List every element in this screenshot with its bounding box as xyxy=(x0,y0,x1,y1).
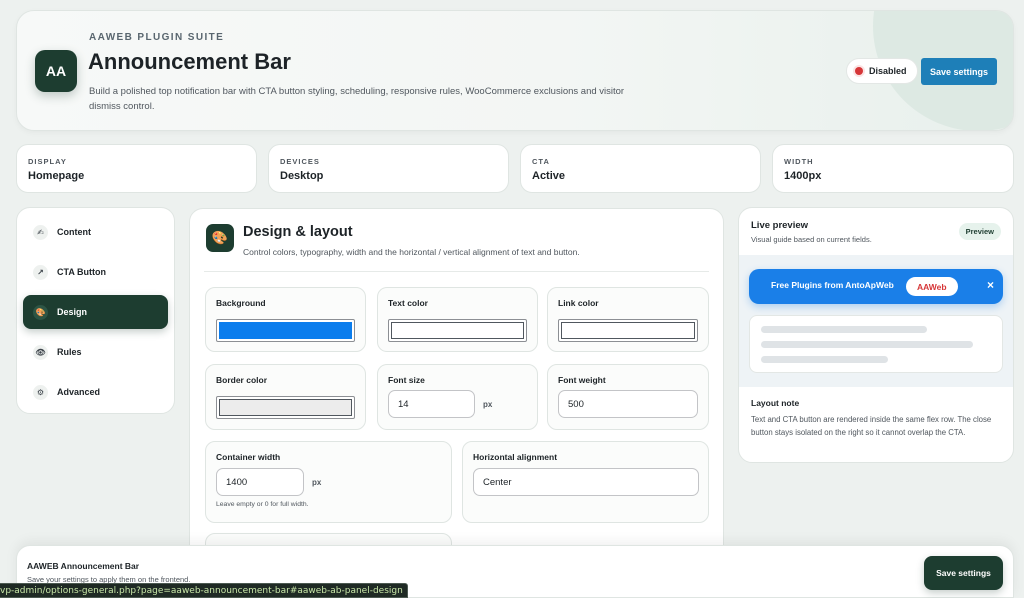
font-weight-input[interactable]: 500 xyxy=(558,390,698,418)
sidebar-item-cta-button[interactable]: ↗ CTA Button xyxy=(23,255,168,289)
eye-icon: 👁 xyxy=(33,344,48,360)
sidebar-item-label: Rules xyxy=(57,347,82,357)
stat-card-devices: DEVICES Desktop xyxy=(268,144,509,193)
footer-title: AAWEB Announcement Bar xyxy=(27,561,140,571)
pen-icon: ✍ xyxy=(33,224,48,240)
status-label: Disabled xyxy=(869,66,907,76)
skeleton-line xyxy=(761,341,973,348)
sidebar-item-label: CTA Button xyxy=(57,267,106,277)
stat-card-width: WIDTH 1400px xyxy=(772,144,1014,193)
sidebar-item-advanced[interactable]: ⚙ Advanced xyxy=(23,375,168,409)
browser-status-url: vp-admin/options-general.php?page=aaweb-… xyxy=(0,583,408,598)
color-swatch xyxy=(561,322,695,339)
palette-icon: 🎨 xyxy=(33,304,48,320)
unit-label: px xyxy=(483,399,493,409)
stat-value: Active xyxy=(532,170,566,182)
field-label: Horizontal alignment xyxy=(473,452,558,462)
suite-label: AAWEB PLUGIN SUITE xyxy=(89,32,225,43)
text-color-picker[interactable] xyxy=(388,319,527,342)
field-horizontal-alignment: Horizontal alignment Center xyxy=(462,441,709,523)
field-font-weight: Font weight 500 xyxy=(547,364,709,430)
field-label: Border color xyxy=(216,375,268,385)
settings-sidebar: ✍ Content ↗ CTA Button 🎨 Design 👁 Rules … xyxy=(16,207,175,414)
preview-announcement-bar: Free Plugins from AntoApWeb AAWeb × xyxy=(749,269,1003,304)
preview-bar-text: Free Plugins from AntoApWeb xyxy=(771,280,894,290)
container-width-input[interactable]: 1400 xyxy=(216,468,304,496)
design-layout-panel: 🎨 Design & layout Control colors, typogr… xyxy=(189,208,724,598)
preview-canvas: Free Plugins from AntoApWeb AAWeb × xyxy=(739,255,1013,387)
field-label: Container width xyxy=(216,452,281,462)
field-label: Font weight xyxy=(558,375,606,385)
field-border-color: Border color xyxy=(205,364,366,430)
page-title: Announcement Bar xyxy=(88,49,291,74)
live-preview-panel: Live preview Visual guide based on curre… xyxy=(738,207,1014,463)
help-text: Leave empty or 0 for full width. xyxy=(216,501,309,508)
layout-note-text: Text and CTA button are rendered inside … xyxy=(751,415,992,437)
field-background: Background xyxy=(205,287,366,352)
sidebar-item-label: Content xyxy=(57,227,91,237)
color-swatch xyxy=(219,399,352,416)
save-settings-button[interactable]: Save settings xyxy=(921,58,997,85)
field-label: Link color xyxy=(558,298,599,308)
divider xyxy=(204,271,709,272)
stat-label: DISPLAY xyxy=(28,157,67,166)
layout-note-title: Layout note xyxy=(751,398,800,408)
preview-badge: Preview xyxy=(958,223,1001,240)
gear-icon: ⚙ xyxy=(33,384,48,400)
stat-label: DEVICES xyxy=(280,157,320,166)
unit-label: px xyxy=(312,477,322,487)
link-color-picker[interactable] xyxy=(558,319,698,342)
background-color-picker[interactable] xyxy=(216,319,355,342)
field-label: Background xyxy=(216,298,266,308)
section-title: Design & layout xyxy=(243,224,353,240)
stat-label: CTA xyxy=(532,157,550,166)
stat-label: WIDTH xyxy=(784,157,814,166)
status-toggle[interactable]: Disabled xyxy=(846,58,918,84)
field-link-color: Link color xyxy=(547,287,709,352)
field-label: Font size xyxy=(388,375,425,385)
stat-value: Homepage xyxy=(28,170,85,182)
page-header: AA AAWEB PLUGIN SUITE Announcement Bar B… xyxy=(16,10,1014,131)
preview-subtitle: Visual guide based on current fields. xyxy=(751,235,872,244)
stat-card-cta: CTA Active xyxy=(520,144,761,193)
save-settings-footer-button[interactable]: Save settings xyxy=(924,556,1003,590)
skeleton-line xyxy=(761,326,927,333)
color-swatch xyxy=(219,322,352,339)
page-description: Build a polished top notification bar wi… xyxy=(89,86,625,112)
preview-page-placeholder xyxy=(749,315,1003,373)
sidebar-item-design[interactable]: 🎨 Design xyxy=(23,295,168,329)
palette-icon: 🎨 xyxy=(206,224,234,252)
sidebar-item-label: Advanced xyxy=(57,387,101,397)
status-dot-icon xyxy=(855,67,863,75)
font-size-input[interactable]: 14 xyxy=(388,390,475,418)
horizontal-alignment-select[interactable]: Center xyxy=(473,468,699,496)
field-container-width: Container width 1400 px Leave empty or 0… xyxy=(205,441,452,523)
field-text-color: Text color xyxy=(377,287,538,352)
stat-card-display: DISPLAY Homepage xyxy=(16,144,257,193)
section-description: Control colors, typography, width and th… xyxy=(243,247,580,257)
arrow-up-right-icon: ↗ xyxy=(33,264,48,280)
sidebar-item-label: Design xyxy=(57,307,88,317)
field-font-size: Font size 14 px xyxy=(377,364,538,430)
sidebar-item-content[interactable]: ✍ Content xyxy=(23,215,168,249)
skeleton-line xyxy=(761,356,888,363)
preview-cta-button: AAWeb xyxy=(906,277,958,296)
color-swatch xyxy=(391,322,524,339)
preview-title: Live preview xyxy=(751,220,809,231)
field-label: Text color xyxy=(388,298,428,308)
border-color-picker[interactable] xyxy=(216,396,355,419)
stat-value: 1400px xyxy=(784,170,822,182)
sidebar-item-rules[interactable]: 👁 Rules xyxy=(23,335,168,369)
close-icon: × xyxy=(986,278,994,292)
stat-value: Desktop xyxy=(280,170,324,182)
plugin-logo: AA xyxy=(35,50,77,92)
